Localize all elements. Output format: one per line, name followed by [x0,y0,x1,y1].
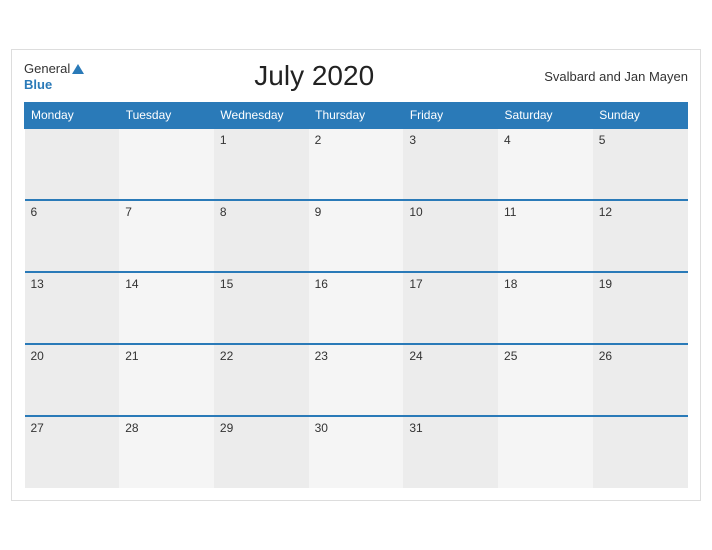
calendar-day: 26 [593,344,688,416]
day-number: 14 [125,277,138,291]
day-number: 4 [504,133,511,147]
calendar-region: Svalbard and Jan Mayen [544,69,688,84]
calendar-day: 19 [593,272,688,344]
calendar-day: 22 [214,344,309,416]
calendar-day: 2 [309,128,404,200]
day-number: 24 [409,349,422,363]
calendar-day: 4 [498,128,593,200]
calendar-table: Monday Tuesday Wednesday Thursday Friday… [24,102,688,488]
calendar-title: July 2020 [84,60,544,92]
calendar-week-4: 20 21 22 23 24 25 26 [25,344,688,416]
day-number: 29 [220,421,233,435]
day-number: 2 [315,133,322,147]
day-number: 16 [315,277,328,291]
day-number: 20 [31,349,44,363]
day-number: 1 [220,133,227,147]
day-number: 18 [504,277,517,291]
day-number: 19 [599,277,612,291]
calendar-day: 17 [403,272,498,344]
logo-triangle-icon [72,64,84,74]
day-number: 31 [409,421,422,435]
calendar-thead: Monday Tuesday Wednesday Thursday Friday… [25,103,688,129]
calendar-day: 9 [309,200,404,272]
calendar-day: 29 [214,416,309,488]
calendar-week-1: 1 2 3 4 5 [25,128,688,200]
calendar-day: 13 [25,272,120,344]
day-number: 12 [599,205,612,219]
day-number: 3 [409,133,416,147]
calendar-body: 1234567891011121314151617181920212223242… [25,128,688,488]
day-number: 26 [599,349,612,363]
calendar-day: 18 [498,272,593,344]
day-number: 11 [504,205,516,219]
calendar-day: 27 [25,416,120,488]
calendar-day: 28 [119,416,214,488]
calendar-day: 7 [119,200,214,272]
weekday-header-row: Monday Tuesday Wednesday Thursday Friday… [25,103,688,129]
calendar-day: 10 [403,200,498,272]
calendar-week-5: 27 28 29 30 31 [25,416,688,488]
calendar-day: 25 [498,344,593,416]
calendar-day: 12 [593,200,688,272]
calendar-day: 1 [214,128,309,200]
logo-general-text: General [24,60,84,78]
day-number: 23 [315,349,328,363]
col-tuesday: Tuesday [119,103,214,129]
day-number: 28 [125,421,138,435]
calendar-container: General Blue July 2020 Svalbard and Jan … [11,49,701,501]
logo-blue-text: Blue [24,78,52,92]
col-monday: Monday [25,103,120,129]
day-number: 21 [125,349,138,363]
calendar-day [119,128,214,200]
day-number: 7 [125,205,132,219]
col-sunday: Sunday [593,103,688,129]
calendar-day: 8 [214,200,309,272]
calendar-day: 30 [309,416,404,488]
day-number: 5 [599,133,606,147]
day-number: 17 [409,277,422,291]
day-number: 10 [409,205,422,219]
calendar-day: 16 [309,272,404,344]
day-number: 13 [31,277,44,291]
col-saturday: Saturday [498,103,593,129]
calendar-day: 31 [403,416,498,488]
logo: General Blue [24,60,84,92]
day-number: 9 [315,205,322,219]
calendar-day: 23 [309,344,404,416]
calendar-day: 21 [119,344,214,416]
day-number: 6 [31,205,38,219]
calendar-day [593,416,688,488]
calendar-day: 24 [403,344,498,416]
day-number: 15 [220,277,233,291]
day-number: 25 [504,349,517,363]
calendar-day: 15 [214,272,309,344]
calendar-day: 3 [403,128,498,200]
calendar-week-3: 13 14 15 16 17 18 19 [25,272,688,344]
col-thursday: Thursday [309,103,404,129]
day-number: 27 [31,421,44,435]
col-friday: Friday [403,103,498,129]
calendar-header: General Blue July 2020 Svalbard and Jan … [24,60,688,92]
calendar-week-2: 6 7 8 9 10 11 12 [25,200,688,272]
day-number: 8 [220,205,227,219]
calendar-day: 5 [593,128,688,200]
calendar-day [498,416,593,488]
calendar-day: 6 [25,200,120,272]
calendar-day [25,128,120,200]
col-wednesday: Wednesday [214,103,309,129]
day-number: 22 [220,349,233,363]
calendar-day: 11 [498,200,593,272]
calendar-day: 14 [119,272,214,344]
calendar-day: 20 [25,344,120,416]
day-number: 30 [315,421,328,435]
